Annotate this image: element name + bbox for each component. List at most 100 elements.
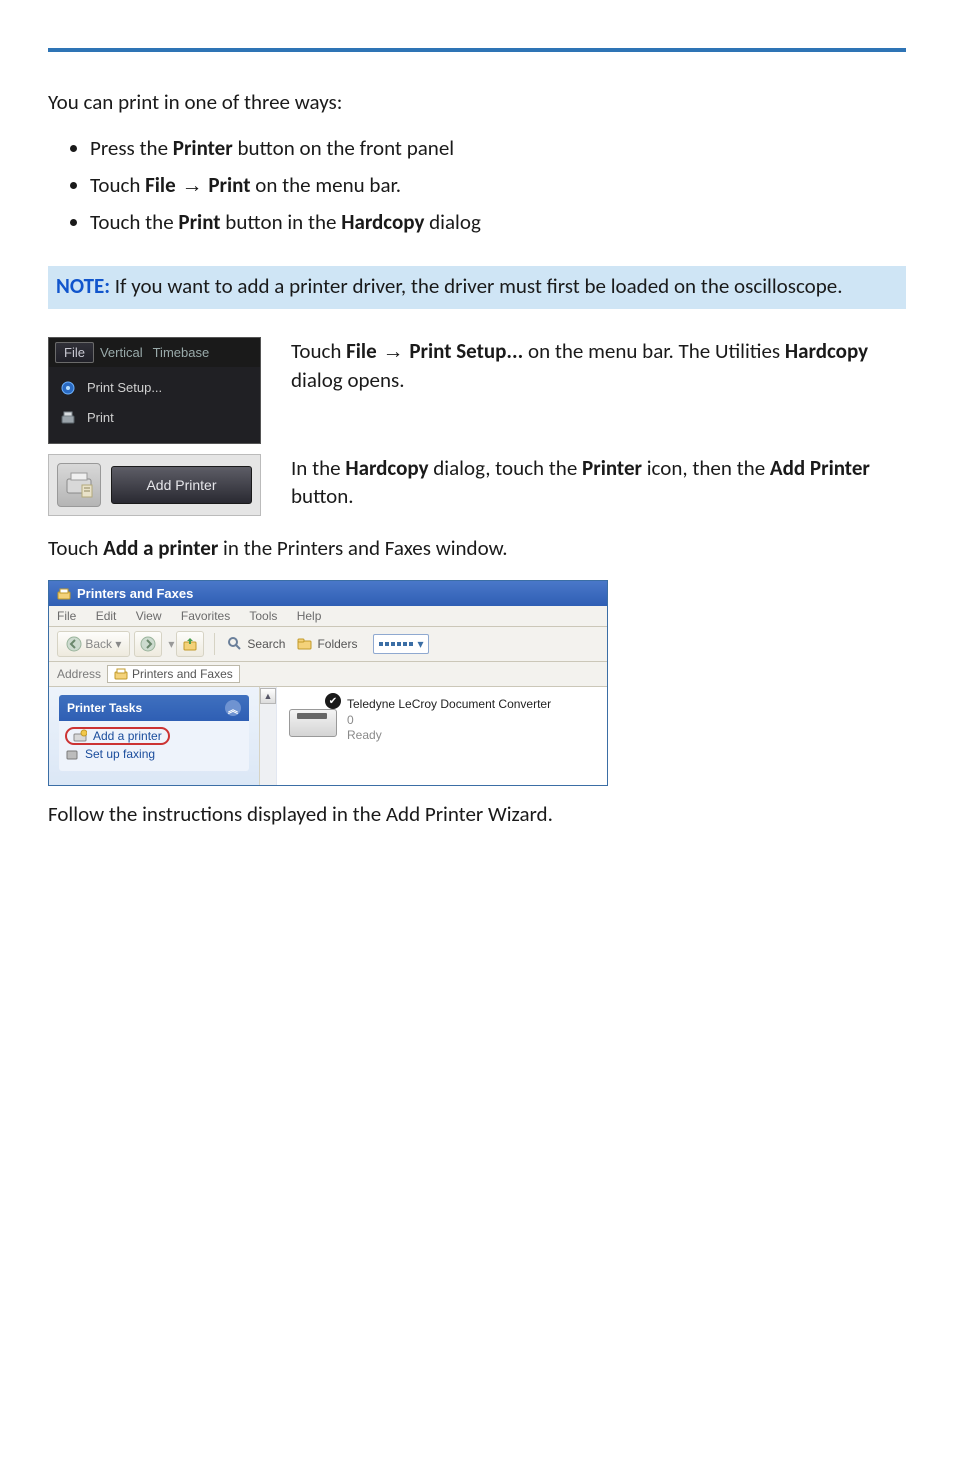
menu-item-print-setup[interactable]: Print Setup... (59, 373, 250, 403)
search-icon (227, 636, 243, 652)
bold-text: Print Setup... (409, 338, 523, 364)
printer-name: Teledyne LeCroy Document Converter (347, 697, 551, 713)
step3-text: Touch Add a printer in the Printers and … (48, 534, 906, 562)
toolbar-separator (214, 633, 215, 655)
bold-text: Hardcopy (345, 455, 428, 481)
address-bar: Address Printers and Faxes (49, 662, 607, 687)
menu-vertical[interactable]: Vertical (100, 345, 143, 360)
views-icon (391, 642, 395, 646)
menu-item-label: Print (87, 410, 114, 425)
file-menu-screenshot: File Vertical Timebase Print Setup... Pr… (48, 337, 261, 444)
text: dialog opens. (291, 367, 405, 393)
bold-text: Add Printer (770, 455, 870, 481)
file-dropdown: Print Setup... Print (49, 367, 260, 443)
text: dialog, touch the (429, 455, 583, 481)
address-icon (114, 667, 128, 681)
note-label: NOTE: (56, 273, 110, 299)
add-printer-icon (73, 729, 87, 743)
bold-text: Printer (173, 135, 233, 161)
tasks-scrollbar[interactable]: ▲ (259, 687, 276, 785)
bold-text: File (145, 172, 176, 198)
tasks-header[interactable]: Printer Tasks ︽ (59, 695, 249, 721)
tasks-header-label: Printer Tasks (67, 701, 142, 715)
folders-icon (297, 636, 313, 652)
printer-status: Ready (347, 728, 551, 744)
menu-item-print[interactable]: Print (59, 403, 250, 433)
menu-favorites[interactable]: Favorites (181, 609, 230, 623)
forward-button[interactable] (134, 631, 162, 657)
bold-text: Print (178, 209, 220, 235)
step1-text: Touch File → Print Setup... on the menu … (291, 337, 906, 395)
address-value: Printers and Faxes (132, 667, 233, 681)
menu-file[interactable]: File (57, 609, 76, 623)
text: button on the front panel (233, 135, 454, 161)
views-icon (379, 642, 383, 646)
tasks-pane: Printer Tasks ︽ Add a printer Set up fax… (49, 687, 259, 785)
printer-item[interactable]: Teledyne LeCroy Document Converter 0 Rea… (347, 697, 551, 744)
text: In the (291, 455, 345, 481)
forward-dropdown[interactable]: ▾ (168, 637, 174, 651)
scroll-up-icon: ▲ (260, 688, 276, 704)
menu-timebase[interactable]: Timebase (153, 345, 210, 360)
folders-button[interactable]: Folders (297, 636, 357, 652)
views-icon (397, 642, 401, 646)
text: in the Printers and Faxes window. (218, 535, 507, 561)
menu-edit[interactable]: Edit (96, 609, 117, 623)
window-toolbar: Back ▾ ▾ Search Folders ▾ (49, 627, 607, 662)
folders-label: Folders (317, 637, 357, 651)
text: dialog (424, 209, 480, 235)
tasks-list: Add a printer Set up faxing (59, 721, 249, 771)
closing-paragraph: Follow the instructions displayed in the… (48, 800, 906, 828)
arrow-icon: → (176, 174, 209, 197)
menu-file[interactable]: File (55, 342, 94, 363)
window-title-bar: Printers and Faxes (49, 581, 607, 606)
menu-tools[interactable]: Tools (249, 609, 277, 623)
bold-text: Print (208, 172, 250, 198)
header-rule (48, 48, 906, 52)
collapse-icon: ︽ (225, 700, 241, 716)
note-text: If you want to add a printer driver, the… (110, 273, 843, 299)
arrow-icon: → (377, 340, 410, 363)
add-printer-screenshot: Add Printer (48, 454, 261, 516)
views-dropdown-icon: ▾ (417, 637, 423, 651)
add-printer-button[interactable]: Add Printer (111, 466, 252, 504)
window-title: Printers and Faxes (77, 586, 193, 601)
views-icon (409, 642, 413, 646)
text: Touch (48, 535, 103, 561)
bullet-2: Touch File → Print on the menu bar. (90, 171, 906, 200)
printers-folder-icon (57, 587, 71, 601)
menu-help[interactable]: Help (297, 609, 322, 623)
print-setup-icon (59, 379, 77, 397)
up-button[interactable] (176, 631, 204, 657)
bold-text: File (346, 338, 377, 364)
task-label: Set up faxing (85, 747, 155, 761)
bold-text: Printer (582, 455, 642, 481)
address-label: Address (57, 667, 101, 681)
back-label: Back (85, 637, 112, 651)
task-add-printer[interactable]: Add a printer (65, 727, 170, 745)
print-methods-list: Press the Printer button on the front pa… (48, 134, 906, 236)
text: button. (291, 483, 354, 509)
bullet-3: Touch the Print button in the Hardcopy d… (90, 208, 906, 236)
text: on the menu bar. (251, 172, 402, 198)
task-setup-faxing[interactable]: Set up faxing (65, 745, 243, 763)
fax-icon (65, 747, 79, 761)
views-icon (385, 642, 389, 646)
address-field[interactable]: Printers and Faxes (107, 665, 240, 683)
menu-item-label: Print Setup... (87, 380, 162, 395)
text: on the menu bar. The Utilities (523, 338, 785, 364)
text: Press the (90, 135, 173, 161)
menu-bar: File Vertical Timebase (49, 338, 260, 367)
printer-item-icon: ✔ (289, 697, 337, 737)
search-button[interactable]: Search (227, 636, 285, 652)
back-button[interactable]: Back ▾ (57, 631, 130, 657)
content-pane: ✔ Teledyne LeCroy Document Converter 0 R… (276, 687, 607, 785)
printer-job-count: 0 (347, 713, 551, 729)
printers-faxes-window: Printers and Faxes File Edit View Favori… (48, 580, 608, 786)
search-label: Search (247, 637, 285, 651)
text: Touch (291, 338, 346, 364)
bold-text: Add a printer (103, 535, 218, 561)
menu-view[interactable]: View (136, 609, 162, 623)
text: button in the (221, 209, 342, 235)
views-button[interactable]: ▾ (373, 634, 428, 654)
